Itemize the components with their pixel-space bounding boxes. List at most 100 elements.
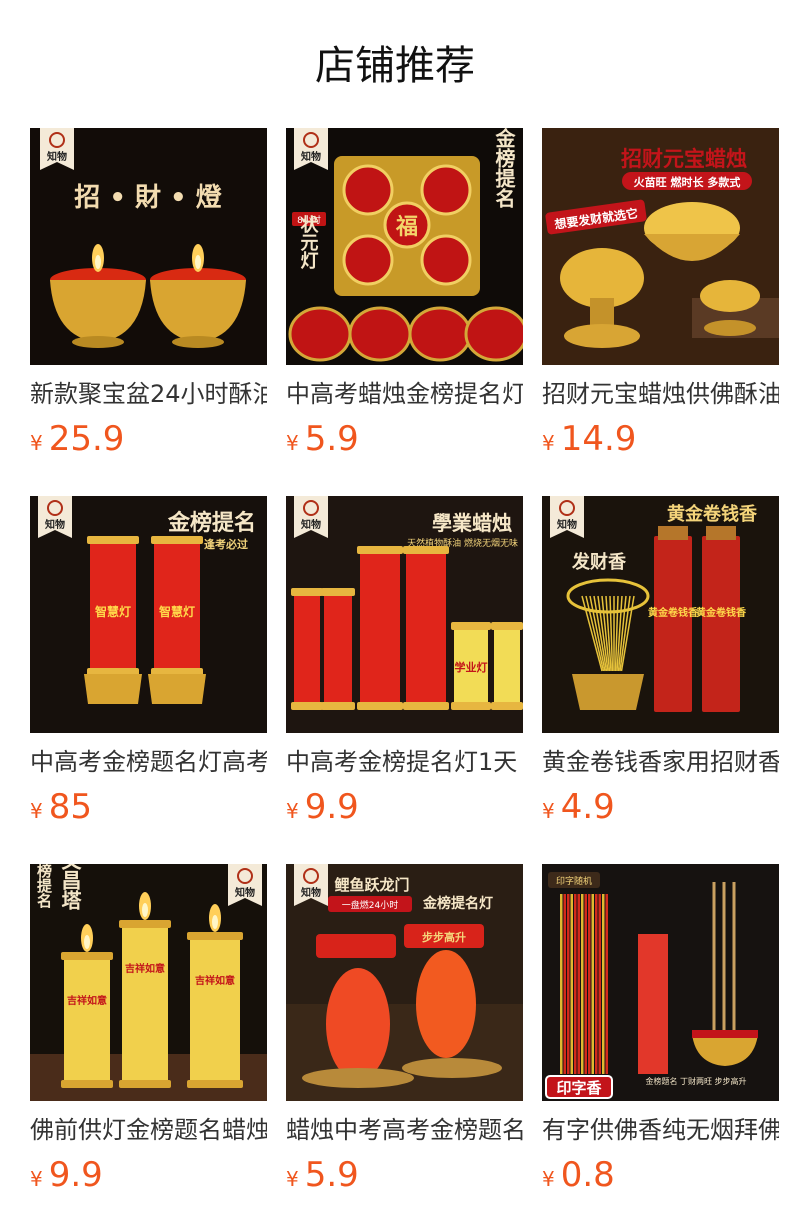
currency-symbol: ¥ [286,1167,299,1191]
product-image[interactable]: 知物 學業蜡烛 天然植物酥油 燃烧无烟无味 学业灯 [286,496,523,733]
price-value: 9.9 [304,787,359,827]
price-value: 9.9 [48,1155,103,1195]
price-value: 5.9 [304,1155,359,1195]
product-image[interactable]: 知物 金榜提名 逢考必过 智慧灯 智慧灯 [30,496,267,733]
incense-label: 黄金卷钱香 [648,606,698,619]
product-card[interactable]: 知物 學業蜡烛 天然植物酥油 燃烧无烟无味 学业灯 中高考金榜提名灯1天 ¥9.9 [286,496,523,864]
price-value: 5.9 [304,419,359,459]
product-card[interactable]: 印字随机印字香 金榜题名 丁财两旺 步步高升 有字供佛香纯无烟拜佛香 ¥0.8 [542,864,779,1232]
brand-text: 知物 [300,150,321,163]
candle-label: 吉祥如意 [195,974,235,987]
price-value: 4.9 [560,787,615,827]
image-side-text: 发财香 [571,551,627,573]
image-headline: 黄金卷钱香 [667,503,758,525]
brand-text: 知物 [300,518,321,531]
print-label: 印字香 [545,1075,613,1099]
random-print-badge: 印字随机 [548,872,600,888]
currency-symbol: ¥ [542,799,555,823]
product-name[interactable]: 中高考金榜题名灯高考 [30,747,267,777]
image-headline: 學業蜡烛 [432,511,512,535]
hours-badge-text: 一盘燃24小时 [342,899,398,911]
product-card[interactable]: 知物 金榜提名 逢考必过 智慧灯 智慧灯 中高考金榜题名灯高考 ¥85 [30,496,267,864]
product-thumbnail: 知物 鲤鱼跃龙门一盘燃24小时 金榜提名灯步步高升 [286,864,523,1101]
image-headline: 金榜提名 [167,510,256,536]
product-thumbnail: 印字随机印字香 金榜题名 丁财两旺 步步高升 [542,864,779,1101]
product-thumbnail: 知物金榜提名 文昌塔吉祥如意吉祥如意吉祥如意 [30,864,267,1101]
product-price: ¥9.9 [30,1155,267,1195]
product-price: ¥0.8 [542,1155,779,1195]
fortune-tag: 福 [395,215,418,240]
svg-text:金榜提名: 金榜提名 [492,128,516,208]
currency-symbol: ¥ [30,1167,43,1191]
currency-symbol: ¥ [542,431,555,455]
product-thumbnail: 知物 學業蜡烛天然植物酥油 燃烧无烟无味学业灯 [286,496,523,733]
currency-symbol: ¥ [542,1167,555,1191]
product-image[interactable]: 知物 黄金卷钱香 发财香 黄金卷钱香 黄金卷钱香 [542,496,779,733]
product-card[interactable]: 知物 黄金卷钱香 发财香 黄金卷钱香 黄金卷钱香 黄金卷钱香家用招财香 ¥4.9 [542,496,779,864]
brand-text: 知物 [46,150,67,163]
product-card[interactable]: 知物招 • 財 • 燈 新款聚宝盆24小时酥油灯 ¥25.9 [30,128,267,496]
product-card[interactable]: 知物 金榜提名 文昌塔 吉祥如意 吉祥如意 吉祥如意 佛前供灯金榜题名蜡烛 ¥9.9 [30,864,267,1232]
product-name[interactable]: 有字供佛香纯无烟拜佛香 [542,1115,779,1145]
product-name[interactable]: 中高考蜡烛金榜提名灯 [286,379,523,409]
product-image[interactable]: 印字随机印字香 金榜题名 丁财两旺 步步高升 [542,864,779,1101]
currency-symbol: ¥ [30,799,43,823]
image-headline: 招财元宝蜡烛 [621,147,747,171]
fortune-tag-text: 福 [395,215,418,240]
product-name[interactable]: 中高考金榜提名灯1天 [286,747,523,777]
product-thumbnail: 知物 金榜提名逢考必过智慧灯 智慧灯 [30,496,267,733]
product-image[interactable]: 知物福金榜提名 8小时 状元灯 [286,128,523,365]
currency-symbol: ¥ [286,799,299,823]
product-name[interactable]: 新款聚宝盆24小时酥油灯 [30,379,267,409]
product-thumbnail: 招财元宝蜡烛火苗旺 燃时长 多款式想要发财就选它 [542,128,779,365]
product-price: ¥9.9 [286,787,523,827]
candle-label: 智慧灯 [94,604,131,619]
product-price: ¥5.9 [286,419,523,459]
image-side-text: 状元灯 [298,214,319,270]
product-image[interactable]: 知物招 • 財 • 燈 [30,128,267,365]
product-name[interactable]: 招财元宝蜡烛供佛酥油灯 [542,379,779,409]
subtitle-text: 逢考必过 [204,537,248,551]
brand-text: 知物 [234,886,255,899]
candle-label: 步步高升 [422,930,466,944]
svg-text:金榜提名: 金榜提名 [35,864,53,909]
subtitle-text: 金榜题名 丁财两旺 步步高升 [645,1076,746,1086]
product-price: ¥4.9 [542,787,779,827]
candle-label: 吉祥如意 [125,962,165,975]
subtitle-text: 鲤鱼跃龙门 [333,876,409,894]
image-headline: 文昌塔 [58,864,82,911]
price-value: 85 [48,787,92,827]
candle-label: 学业灯 [455,660,488,674]
product-price: ¥85 [30,787,267,827]
product-price: ¥14.9 [542,419,779,459]
svg-text:状元灯: 状元灯 [298,214,319,270]
product-card[interactable]: 知物 鲤鱼跃龙门一盘燃24小时 金榜提名灯步步高升 蜡烛中考高考金榜题名 ¥5.9 [286,864,523,1232]
product-image[interactable]: 招财元宝蜡烛 火苗旺 燃时长 多款式 想要发财就选它 [542,128,779,365]
image-headline: 金榜提名 [492,128,516,208]
product-card[interactable]: 知物福金榜提名 8小时 状元灯 中高考蜡烛金榜提名灯 ¥5.9 [286,128,523,496]
product-price: ¥25.9 [30,419,267,459]
shop-recommendation-page: 店铺推荐 知物招 • 財 • 燈 新款聚宝盆24小时酥油灯 ¥25.9 知物福金… [0,0,790,1232]
product-image[interactable]: 知物 金榜提名 文昌塔 吉祥如意 吉祥如意 吉祥如意 [30,864,267,1101]
price-value: 25.9 [48,419,125,459]
product-name[interactable]: 蜡烛中考高考金榜题名 [286,1115,523,1145]
incense-label: 黄金卷钱香 [696,606,746,619]
candle-label: 智慧灯 [158,604,195,619]
product-image[interactable]: 知物 鲤鱼跃龙门一盘燃24小时 金榜提名灯步步高升 [286,864,523,1101]
price-value: 0.8 [560,1155,615,1195]
hours-badge: 一盘燃24小时 [328,896,412,912]
product-name[interactable]: 佛前供灯金榜题名蜡烛 [30,1115,267,1145]
currency-symbol: ¥ [30,431,43,455]
product-name[interactable]: 黄金卷钱香家用招财香 [542,747,779,777]
svg-text:文昌塔: 文昌塔 [58,864,82,911]
product-grid: 知物招 • 財 • 燈 新款聚宝盆24小时酥油灯 ¥25.9 知物福金榜提名8小… [30,128,779,1232]
section-title: 店铺推荐 [315,43,475,89]
print-label-text: 印字香 [556,1079,601,1097]
candle-label: 吉祥如意 [67,994,107,1007]
product-card[interactable]: 招财元宝蜡烛火苗旺 燃时长 多款式想要发财就选它 招财元宝蜡烛供佛酥油灯 ¥14… [542,128,779,496]
product-thumbnail: 知物招 • 財 • 燈 [30,128,267,365]
image-headline: 金榜提名灯 [422,895,493,912]
brand-text: 知物 [300,886,321,899]
random-print-text: 印字随机 [556,875,592,887]
product-price: ¥5.9 [286,1155,523,1195]
